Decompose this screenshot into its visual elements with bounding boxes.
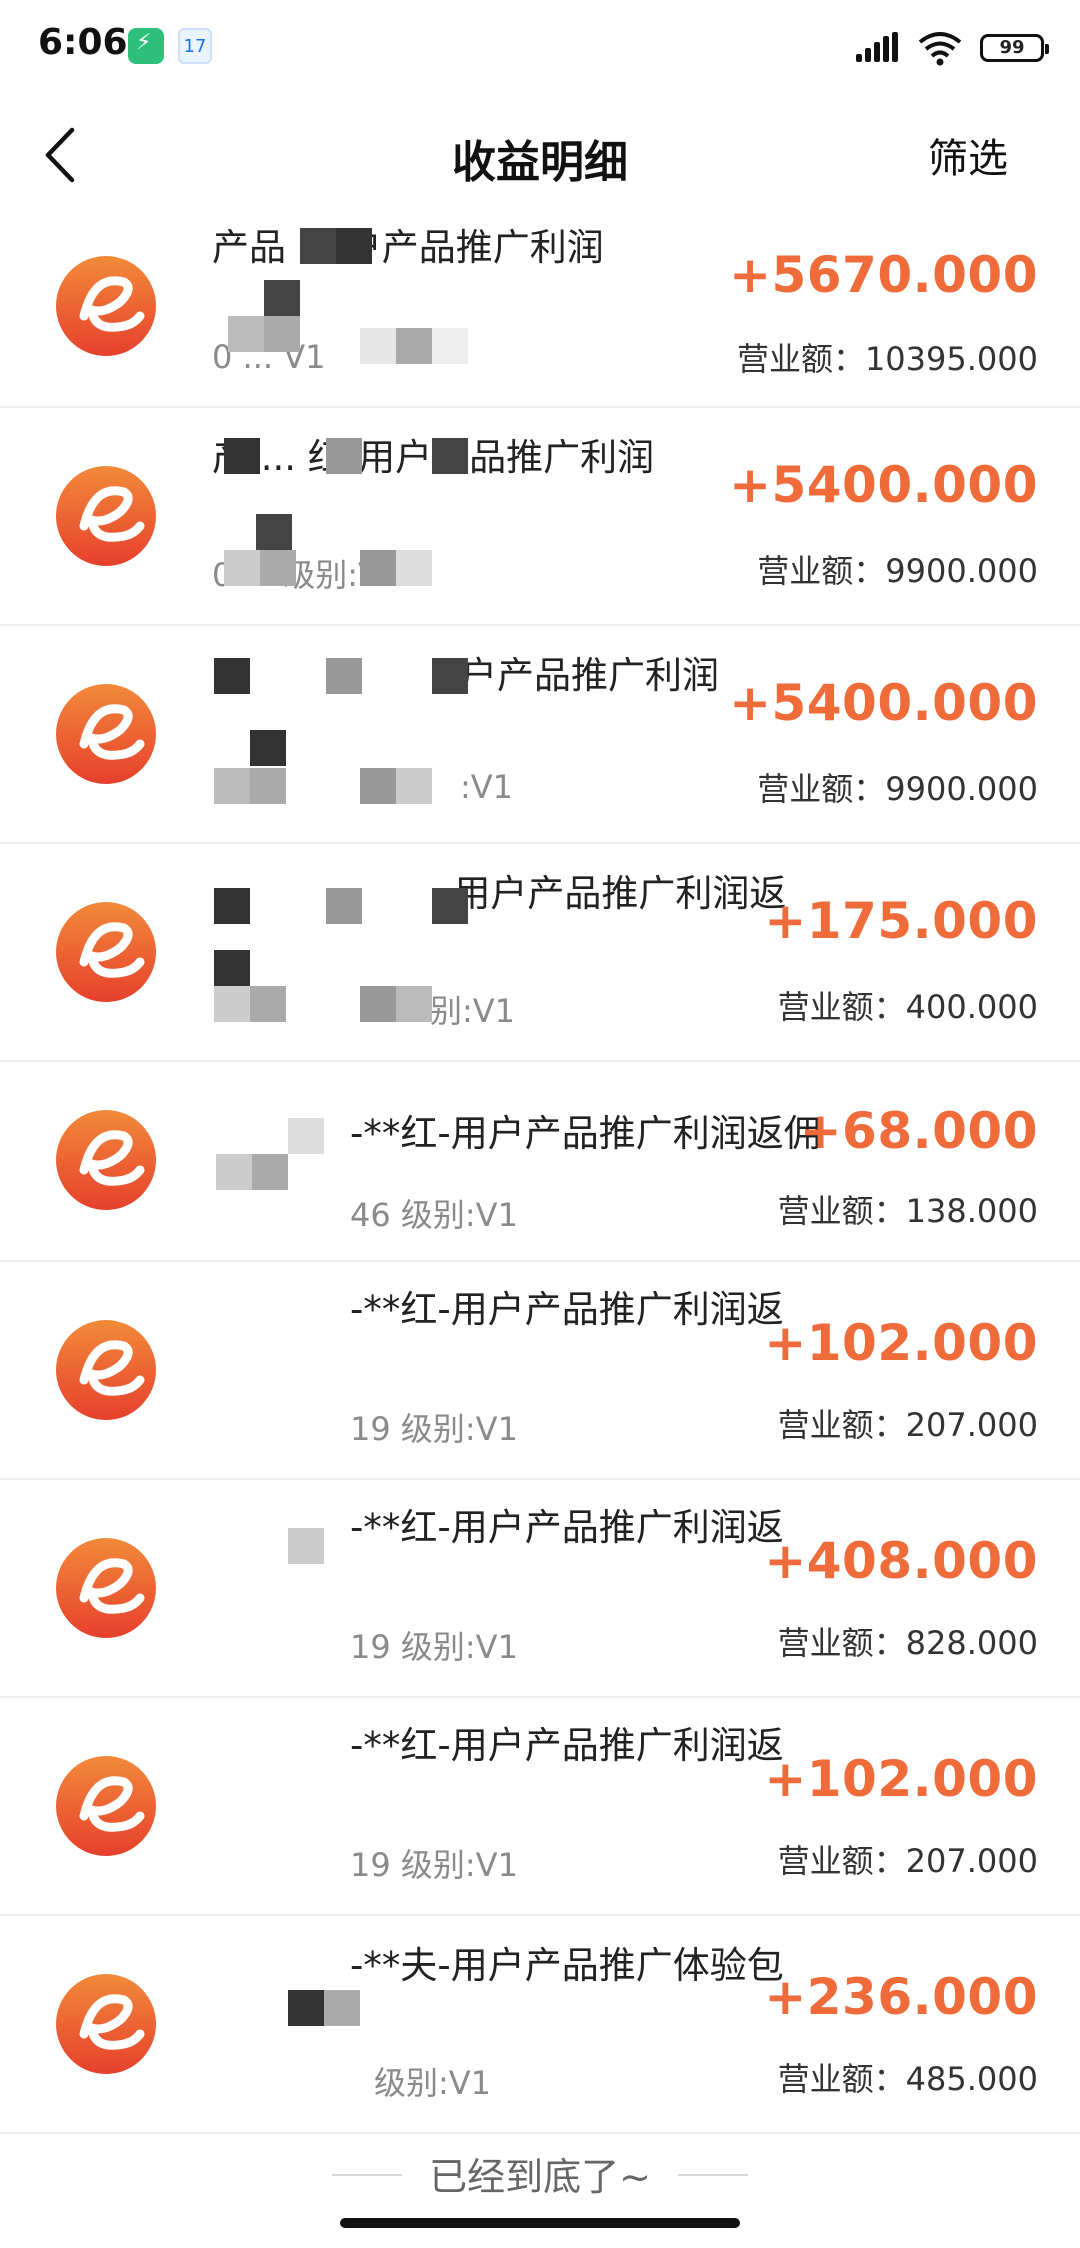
wifi-icon xyxy=(918,32,962,66)
item-subtitle: 19 级别:V1 xyxy=(350,1846,518,1884)
list-item[interactable]: -**红-用户产品推广利润返 19 级别:V1 +102.000 营业额：207… xyxy=(0,1698,1080,1916)
privacy-mosaic xyxy=(280,1976,360,2036)
list-item[interactable]: 户产品推广利润 :V1 +5400.000 营业额：9900.000 xyxy=(0,626,1080,844)
avatar xyxy=(54,1108,158,1212)
item-amount: +5400.000 xyxy=(729,674,1038,732)
filter-button[interactable]: 筛选 xyxy=(928,126,1008,184)
avatar xyxy=(54,464,158,568)
brand-logo-icon xyxy=(56,1110,156,1210)
calendar-day: 17 xyxy=(183,36,207,57)
list-item[interactable]: 产 ... 红-用户产品推广利润 0 ... 级别:V1 +5400.000 营… xyxy=(0,408,1080,626)
brand-logo-icon xyxy=(56,902,156,1002)
privacy-mosaic xyxy=(210,636,470,816)
list-item[interactable]: 产品 ... 户产品推广利润 0 ... V1 +5670.000 营业额：10… xyxy=(0,210,1080,408)
item-revenue: 营业额：828.000 xyxy=(777,1624,1038,1662)
footer-divider-right xyxy=(678,2174,748,2176)
brand-logo-icon xyxy=(56,684,156,784)
item-title: -**夫-用户产品推广体验包 xyxy=(350,1944,784,1987)
item-revenue: 营业额：10395.000 xyxy=(736,340,1038,378)
item-subtitle: 19 级别:V1 xyxy=(350,1410,518,1448)
item-revenue: 营业额：138.000 xyxy=(777,1192,1038,1230)
item-amount: +5400.000 xyxy=(729,456,1038,514)
item-revenue: 营业额：9900.000 xyxy=(757,552,1038,590)
header: 收益明细 筛选 xyxy=(0,100,1080,210)
earnings-list: 产品 ... 户产品推广利润 0 ... V1 +5670.000 营业额：10… xyxy=(0,210,1080,2134)
item-title: -**红-用户产品推广利润返 xyxy=(350,1724,784,1767)
item-subtitle: 19 级别:V1 xyxy=(350,1628,518,1666)
avatar xyxy=(54,1972,158,2076)
list-item[interactable]: -**红-用户产品推广利润返 19 级别:V1 +102.000 营业额：207… xyxy=(0,1262,1080,1480)
avatar xyxy=(54,682,158,786)
item-revenue: 营业额：9900.000 xyxy=(757,770,1038,808)
avatar xyxy=(54,900,158,1004)
item-amount: +102.000 xyxy=(764,1314,1038,1372)
item-revenue: 营业额：400.000 xyxy=(777,988,1038,1026)
item-title: 户产品推广利润 xyxy=(460,654,719,697)
status-icons: 99 xyxy=(856,26,1049,70)
privacy-mosaic xyxy=(210,854,470,1034)
item-revenue: 营业额：485.000 xyxy=(777,2060,1038,2098)
item-title: -**红-用户产品推广利润返 xyxy=(350,1288,784,1331)
item-amount: +5670.000 xyxy=(729,246,1038,304)
brand-logo-icon xyxy=(56,1538,156,1638)
privacy-mosaic xyxy=(280,1520,340,1580)
brand-logo-icon xyxy=(56,466,156,566)
calendar-icon: 17 xyxy=(178,28,212,64)
item-title: -用户产品推广利润返 xyxy=(440,872,787,915)
status-time: 6:06 xyxy=(38,22,128,63)
status-bar: 6:06 17 99 xyxy=(0,0,1080,100)
brand-logo-icon xyxy=(56,1320,156,1420)
avatar xyxy=(54,1536,158,1640)
home-indicator[interactable] xyxy=(340,2218,740,2228)
page-title: 收益明细 xyxy=(452,137,628,188)
item-subtitle: 级别:V1 xyxy=(374,2064,492,2102)
privacy-mosaic xyxy=(210,418,470,598)
battery-saver-app-icon xyxy=(128,28,164,64)
signal-icon xyxy=(856,32,900,64)
item-title: -**红-用户产品推广利润返 xyxy=(350,1506,784,1549)
item-amount: +175.000 xyxy=(764,892,1038,950)
battery-icon: 99 xyxy=(980,34,1049,62)
item-revenue: 营业额：207.000 xyxy=(777,1842,1038,1880)
avatar xyxy=(54,254,158,358)
list-end-footer: 已经到底了~ xyxy=(0,2134,1080,2214)
list-item[interactable]: -用户产品推广利润返 别:V1 +175.000 营业额：400.000 xyxy=(0,844,1080,1062)
brand-logo-icon xyxy=(56,256,156,356)
list-item[interactable]: -**红-用户产品推广利润返 19 级别:V1 +408.000 营业额：828… xyxy=(0,1480,1080,1698)
privacy-mosaic xyxy=(210,220,470,380)
avatar xyxy=(54,1754,158,1858)
privacy-mosaic xyxy=(210,1112,330,1212)
avatar xyxy=(54,1318,158,1422)
item-title: -**红-用户产品推广利润返佣 xyxy=(350,1112,821,1155)
list-item[interactable]: -**夫-用户产品推广体验包 级别:V1 +236.000 营业额：485.00… xyxy=(0,1916,1080,2134)
item-amount: +408.000 xyxy=(764,1532,1038,1590)
item-amount: +68.000 xyxy=(799,1102,1038,1160)
item-amount: +236.000 xyxy=(764,1968,1038,2026)
list-item[interactable]: -**红-用户产品推广利润返佣 46 级别:V1 +68.000 营业额：138… xyxy=(0,1062,1080,1262)
brand-logo-icon xyxy=(56,1974,156,2074)
item-subtitle: 46 级别:V1 xyxy=(350,1196,518,1234)
list-end-text: 已经到底了~ xyxy=(429,2155,651,2199)
item-revenue: 营业额：207.000 xyxy=(777,1406,1038,1444)
battery-level: 99 xyxy=(999,37,1025,58)
brand-logo-icon xyxy=(56,1756,156,1856)
item-amount: +102.000 xyxy=(764,1750,1038,1808)
